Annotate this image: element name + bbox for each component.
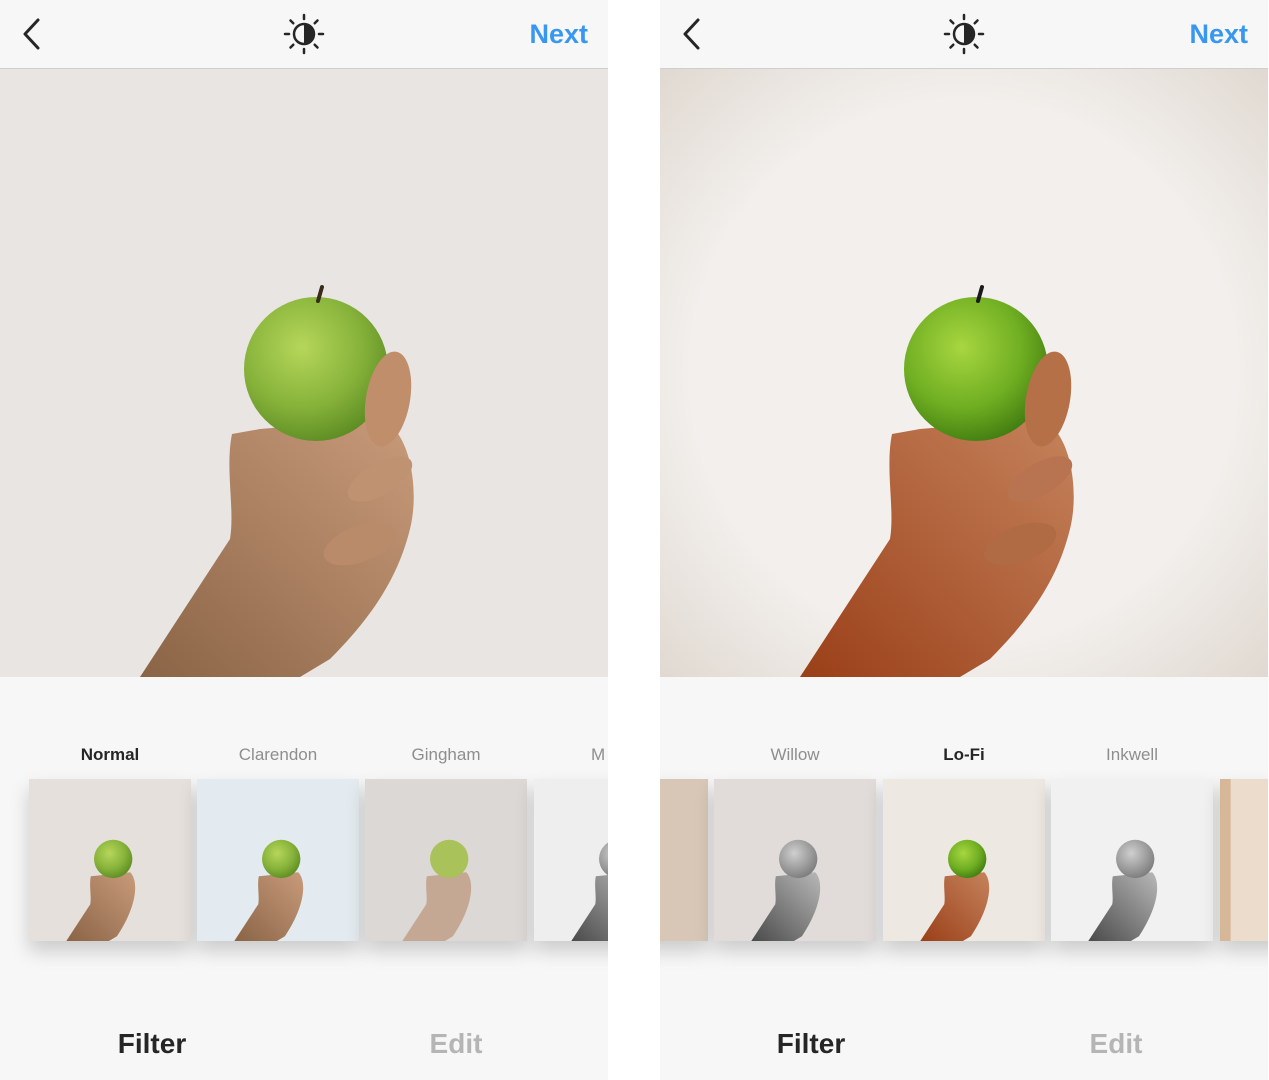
filter-label-clarendon[interactable]: Clarendon (197, 740, 359, 770)
filter-labels: Willow Lo-Fi Inkwell (660, 740, 1268, 770)
tab-bar: Filter Edit (0, 1010, 608, 1080)
photo-preview (660, 69, 1268, 677)
filter-screen-normal: Next Normal Clarendon Gingham M Filter E… (0, 0, 608, 1080)
tab-edit[interactable]: Edit (356, 1024, 556, 1064)
filter-thumb-partial[interactable] (534, 779, 608, 941)
tab-edit[interactable]: Edit (1016, 1024, 1216, 1064)
back-button[interactable] (678, 14, 710, 54)
chevron-left-icon (23, 18, 40, 50)
filter-thumb-willow[interactable] (714, 779, 876, 941)
navbar: Next (0, 0, 608, 69)
filter-label-willow[interactable]: Willow (714, 740, 876, 770)
filter-label-partial[interactable]: M (534, 740, 605, 770)
filter-label-inkwell[interactable]: Inkwell (1051, 740, 1213, 770)
next-button[interactable]: Next (529, 14, 588, 54)
filter-label-normal[interactable]: Normal (29, 740, 191, 770)
photo-preview (0, 69, 608, 677)
filter-thumb-partial-right[interactable] (1220, 779, 1268, 941)
tab-bar: Filter Edit (660, 1010, 1268, 1080)
filter-screen-lofi: Next Willow Lo-Fi Inkwell Filter Edit (660, 0, 1268, 1080)
filter-thumb-gingham[interactable] (365, 779, 527, 941)
tab-filter[interactable]: Filter (52, 1024, 252, 1064)
lux-button[interactable] (942, 12, 986, 56)
chevron-left-icon (683, 18, 700, 50)
filter-thumb-partial-left[interactable] (660, 779, 708, 941)
tab-filter[interactable]: Filter (711, 1024, 911, 1064)
lux-sun-icon (943, 13, 985, 55)
filter-thumb-lofi[interactable] (883, 779, 1045, 941)
next-button[interactable]: Next (1189, 14, 1248, 54)
filter-labels: Normal Clarendon Gingham M (0, 740, 608, 770)
filter-thumbnails (0, 779, 608, 941)
filter-thumb-normal[interactable] (29, 779, 191, 941)
back-button[interactable] (18, 14, 50, 54)
filter-thumb-clarendon[interactable] (197, 779, 359, 941)
lux-sun-icon (283, 13, 325, 55)
lux-button[interactable] (282, 12, 326, 56)
filter-label-gingham[interactable]: Gingham (365, 740, 527, 770)
navbar: Next (660, 0, 1268, 69)
filter-thumbnails (660, 779, 1268, 941)
filter-thumb-inkwell[interactable] (1051, 779, 1213, 941)
filter-label-lofi[interactable]: Lo-Fi (883, 740, 1045, 770)
